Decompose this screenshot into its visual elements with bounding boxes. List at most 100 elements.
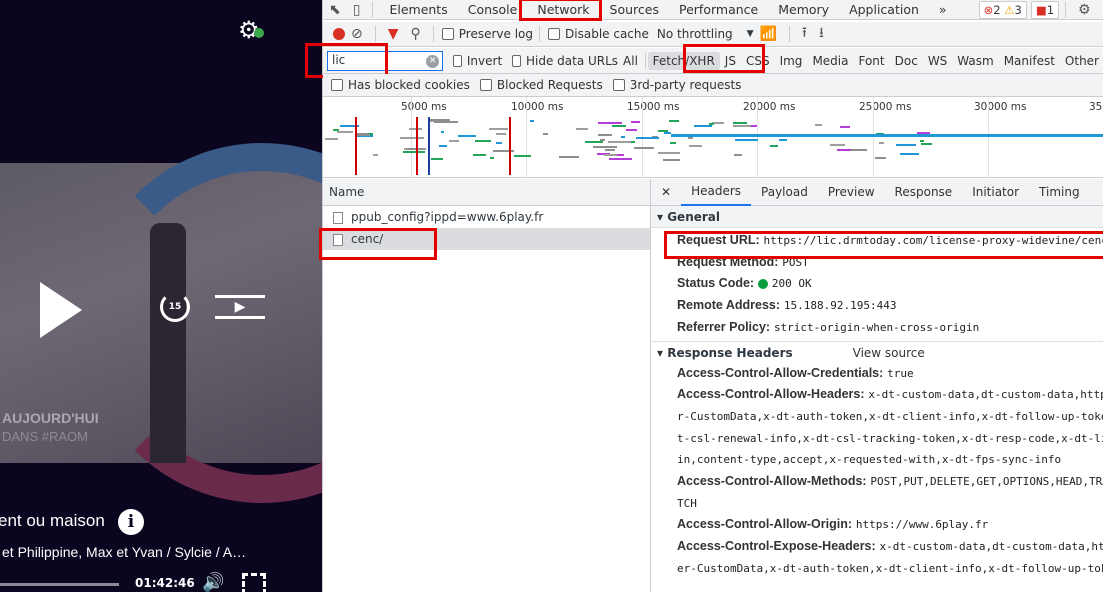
- timeline-request-bar: [899, 153, 920, 156]
- tab-timing[interactable]: Timing: [1029, 180, 1090, 205]
- tab-response[interactable]: Response: [885, 180, 963, 205]
- timeline-request-bar: [430, 158, 444, 161]
- file-icon: [333, 211, 343, 224]
- more-tabs-button[interactable]: »: [929, 0, 957, 20]
- filter-wasm[interactable]: Wasm: [952, 54, 998, 68]
- throttling-select[interactable]: No throttling: [657, 27, 733, 41]
- tab-headers[interactable]: Headers: [681, 179, 752, 206]
- timeline-request-bar: [402, 150, 426, 153]
- record-icon[interactable]: [333, 28, 345, 40]
- timeline-tick: 30000 ms: [974, 101, 1027, 113]
- fullscreen-icon[interactable]: [242, 573, 266, 592]
- name-column-header[interactable]: Name: [323, 179, 650, 206]
- network-overview-timeline[interactable]: 5000 ms 10000 ms 15000 ms 20000 ms 25000…: [323, 97, 1103, 178]
- third-party-checkbox[interactable]: [612, 79, 625, 91]
- header-row: Access-Control-Allow-Origin: https://www…: [677, 517, 989, 532]
- timeline-request-bar: [543, 133, 548, 135]
- has-blocked-cookies-checkbox[interactable]: [331, 79, 343, 91]
- invert-checkbox[interactable]: [453, 54, 462, 67]
- volume-icon[interactable]: 🔊: [202, 572, 224, 592]
- filter-media[interactable]: Media: [807, 54, 853, 68]
- timeline-request-bar: [694, 124, 713, 127]
- timeline-request-bar: [434, 121, 458, 123]
- info-icon[interactable]: i: [118, 509, 144, 535]
- tab-sources[interactable]: Sources: [600, 0, 669, 20]
- settings-gear-icon[interactable]: ⚙: [238, 16, 264, 44]
- timeline-request-bar: [633, 147, 654, 150]
- filter-input[interactable]: lic ✕: [327, 50, 444, 71]
- video-player[interactable]: ⚙ AUJOURD'HUI DANS #RAOM 15 ▶ ent ou mai…: [0, 0, 322, 592]
- filter-js[interactable]: JS: [720, 54, 741, 68]
- next-video-icon[interactable]: ▶: [215, 295, 265, 319]
- filter-all[interactable]: All: [618, 54, 643, 68]
- preserve-log-label: Preserve log: [458, 27, 534, 41]
- filter-doc[interactable]: Doc: [890, 54, 923, 68]
- settings-icon[interactable]: ⚙: [1078, 2, 1091, 18]
- preserve-log-checkbox[interactable]: [441, 28, 454, 40]
- timeline-request-bar: [597, 134, 613, 137]
- tab-application[interactable]: Application: [839, 0, 929, 20]
- clear-icon[interactable]: ⊘: [351, 26, 363, 42]
- detail-tabbar: ✕ Headers Payload Preview Response Initi…: [651, 179, 1103, 206]
- blocked-requests-checkbox[interactable]: [479, 79, 492, 91]
- import-har-icon[interactable]: ⭱: [802, 22, 807, 46]
- tab-initiator[interactable]: Initiator: [962, 180, 1029, 205]
- play-icon[interactable]: [40, 282, 82, 338]
- tab-memory[interactable]: Memory: [768, 0, 839, 20]
- view-source-link[interactable]: View source: [853, 346, 925, 360]
- search-icon[interactable]: ⚲: [411, 26, 421, 42]
- request-details: ✕ Headers Payload Preview Response Initi…: [651, 179, 1103, 592]
- hide-data-urls-label: Hide data URLs: [525, 53, 619, 68]
- timeline-request-bar: [611, 125, 626, 128]
- error-warning-badge[interactable]: ⊗2 ⚠3: [978, 0, 1027, 19]
- timeline-request-bar: [458, 134, 477, 137]
- progress-bar[interactable]: [0, 583, 120, 586]
- request-method-row: Request Method: POST: [677, 254, 809, 269]
- tab-preview[interactable]: Preview: [818, 180, 885, 205]
- request-row-selected[interactable]: cenc/: [323, 228, 650, 250]
- timeline-request-bar: [496, 142, 503, 145]
- network-conditions-icon[interactable]: 📶: [760, 26, 777, 42]
- export-har-icon[interactable]: ⭳: [819, 22, 824, 46]
- filter-img[interactable]: Img: [775, 54, 808, 68]
- request-row[interactable]: ppub_config?ippd=www.6play.fr: [323, 206, 650, 228]
- timeline-request-bar: [492, 149, 515, 152]
- timeline-request-bar: [440, 131, 445, 134]
- disable-cache-checkbox[interactable]: [548, 28, 561, 40]
- tab-elements[interactable]: Elements: [379, 0, 457, 20]
- timeline-request-bar: [593, 145, 618, 148]
- disable-cache-label: Disable cache: [565, 27, 649, 41]
- tab-console[interactable]: Console: [458, 0, 528, 20]
- timeline-gridline: [757, 97, 758, 178]
- timeline-request-bar: [657, 130, 669, 133]
- filter-fetch-xhr[interactable]: Fetch/XHR: [647, 51, 720, 70]
- tab-performance[interactable]: Performance: [669, 0, 768, 20]
- timeline-request-bar: [607, 141, 631, 144]
- timeline-request-bar: [837, 148, 852, 151]
- general-section-toggle[interactable]: ▾ General: [651, 206, 1103, 228]
- device-toolbar-icon[interactable]: ▯: [353, 2, 361, 18]
- filter-css[interactable]: CSS: [741, 54, 775, 68]
- inspect-icon[interactable]: ⬉: [329, 2, 341, 18]
- timeline-request-bar: [439, 145, 448, 148]
- close-details-icon[interactable]: ✕: [651, 180, 681, 205]
- response-headers-section-toggle[interactable]: ▾ Response Headers View source: [651, 340, 1103, 363]
- filter-ws[interactable]: WS: [923, 54, 952, 68]
- filter-icon[interactable]: ▼: [388, 26, 399, 42]
- tab-payload[interactable]: Payload: [751, 180, 818, 205]
- filter-other[interactable]: Other: [1060, 54, 1103, 68]
- clear-filter-icon[interactable]: ✕: [426, 54, 440, 68]
- chevron-down-icon[interactable]: ▼: [747, 29, 754, 39]
- tab-network[interactable]: Network: [527, 0, 600, 20]
- filter-font[interactable]: Font: [853, 54, 889, 68]
- filter-manifest[interactable]: Manifest: [999, 54, 1060, 68]
- replay-15-icon[interactable]: 15: [160, 292, 190, 322]
- timeline-request-bar: [325, 138, 339, 141]
- issues-badge[interactable]: ■1: [1030, 0, 1060, 19]
- timeline-request-bar: [895, 143, 916, 146]
- hide-data-urls-checkbox[interactable]: [512, 54, 521, 67]
- timeline-request-bar: [850, 149, 867, 152]
- timeline-request-bar: [603, 153, 617, 156]
- timeline-request-bar: [879, 141, 885, 144]
- timeline-request-bar: [472, 154, 487, 157]
